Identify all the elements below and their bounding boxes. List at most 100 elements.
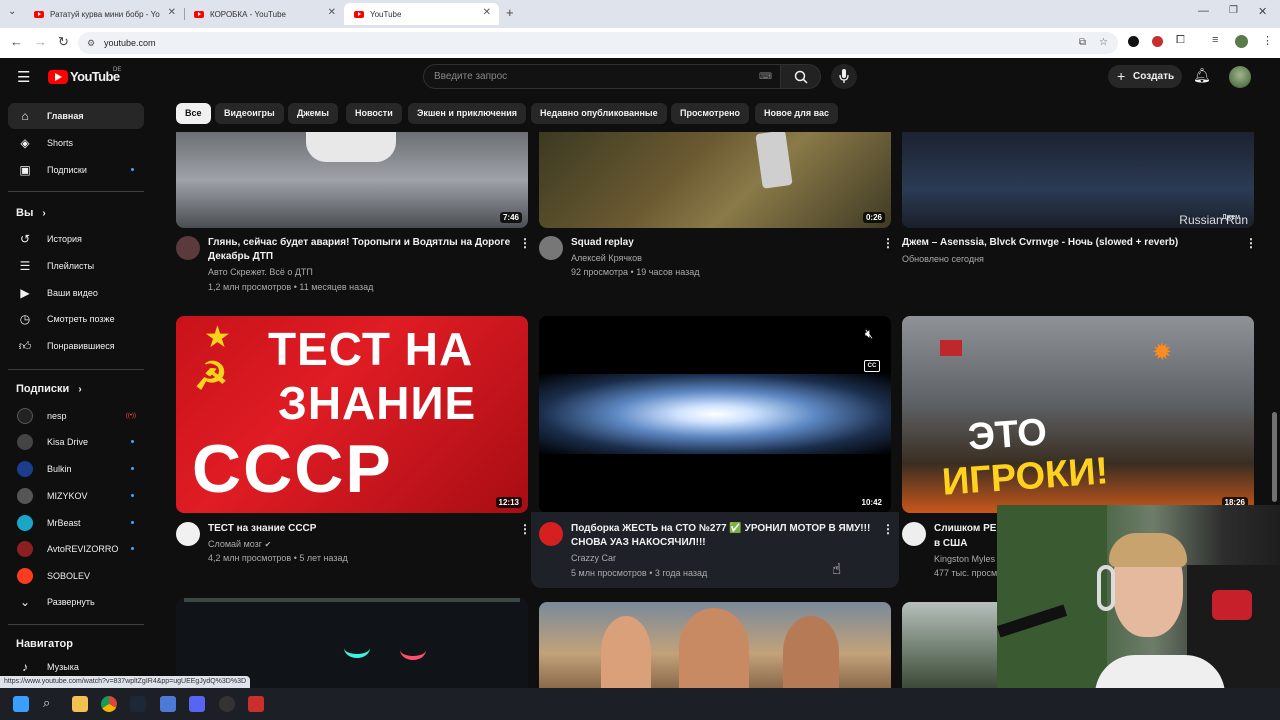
channel-avatar[interactable] [539,236,563,260]
more-options-icon[interactable]: ⋮ [1245,236,1257,250]
browser-tab-3-active[interactable]: YouTube ✕ [344,3,499,25]
video-thumbnail[interactable]: ★ ☭ ТЕСТ НА ЗНАНИЕ СССР 12:13 [176,316,528,513]
sidebar-item-shorts[interactable]: ◈ Shorts [8,130,144,156]
install-app-icon[interactable]: ⧉ [1079,32,1086,54]
video-thumbnail[interactable]: 0:26 [539,132,891,228]
more-options-icon[interactable]: ⋮ [519,522,531,536]
channel-avatar[interactable] [902,522,926,546]
youtube-logo-icon[interactable] [48,70,68,84]
sidebar-sub-kisa-drive[interactable]: Kisa Drive [8,429,144,455]
extension-icon[interactable] [1152,36,1163,47]
chrome-icon[interactable] [101,696,117,712]
more-options-icon[interactable]: ⋮ [519,236,531,250]
sidebar-sub-bulkin[interactable]: Bulkin [8,456,144,482]
video-thumbnail[interactable]: 7:46 [176,132,528,228]
search-button[interactable] [781,64,821,89]
sidebar-you-heading[interactable]: Вы › [16,207,46,219]
steam-icon[interactable] [130,696,146,712]
sidebar-item-your-videos[interactable]: ▶ Ваши видео [8,280,144,306]
page-scrollbar-thumb[interactable] [1272,412,1277,502]
reading-list-icon[interactable]: ≡ [1212,34,1218,46]
more-options-icon[interactable]: ⋮ [882,236,894,250]
close-tab-icon[interactable]: ✕ [328,7,336,18]
channel-name[interactable]: Kingston Myles [934,552,1004,567]
hamburger-menu-icon[interactable]: ☰ [17,68,30,86]
chip-new-for-you[interactable]: Новое для вас [755,103,839,124]
new-tab-icon[interactable]: + [506,5,514,20]
sidebar-expand[interactable]: ⌄ Развернуть [8,589,144,615]
bookmark-star-icon[interactable]: ☆ [1099,32,1108,54]
search-input[interactable]: Введите запрос ⌨ [423,64,781,89]
video-title[interactable]: Слишком РЕ [934,522,1004,536]
sidebar-subscriptions-heading[interactable]: Подписки › [16,383,82,395]
browser-menu-icon[interactable]: ⋮ [1262,34,1273,47]
video-thumbnail[interactable]: Russian Run Джем [902,132,1254,228]
profile-avatar[interactable] [1235,35,1248,48]
minimize-icon[interactable]: — [1198,5,1209,17]
extensions-puzzle-icon[interactable]: ⧠ [1176,34,1185,47]
more-options-icon[interactable]: ⋮ [882,522,894,536]
video-title[interactable]: Подборка ЖЕСТЬ на СТО №277 ✅ УРОНИЛ МОТО… [571,522,881,550]
video-preview-player[interactable]: 🔇︎ CC 10:42 [539,316,891,513]
sidebar-item-playlists[interactable]: ☰ Плейлисты [8,253,144,279]
app-icon[interactable] [160,696,176,712]
sidebar-item-liked[interactable]: 👍︎ Понравившиеся [8,333,144,359]
start-windows-icon[interactable] [13,696,29,712]
video-thumbnail[interactable] [176,598,528,688]
keyboard-icon[interactable]: ⌨ [759,65,772,88]
sidebar-sub-sobolev[interactable]: SOBOLEV [8,563,144,589]
channel-name[interactable]: Алексей Крячков [571,251,642,266]
channel-name[interactable]: Crazzy Car [571,551,616,566]
app-shield-icon[interactable] [248,696,264,712]
sidebar-sub-mizykov[interactable]: MIZYKOV [8,483,144,509]
tab-search-icon[interactable]: ⌄ [8,6,16,17]
create-button[interactable]: + Создать [1108,65,1182,88]
search-icon[interactable]: ⌕ [43,695,50,711]
voice-search-button[interactable] [831,64,857,89]
sidebar-item-watch-later[interactable]: ◷ Смотреть позже [8,306,144,332]
chip-action-adventure[interactable]: Экшен и приключения [408,103,526,124]
obs-icon[interactable] [219,696,235,712]
channel-name[interactable]: Авто Скрежет. Всё о ДТП [208,265,313,280]
sidebar-item-subscriptions[interactable]: ▣ Подписки [8,157,144,183]
close-window-icon[interactable]: ✕ [1258,5,1267,18]
mute-icon[interactable]: 🔇︎ [865,326,873,342]
channel-avatar[interactable] [539,522,563,546]
video-title[interactable]: ТЕСТ на знание СССР [208,522,513,536]
extension-icon[interactable] [1128,36,1139,47]
video-title-line2[interactable]: в США [934,537,1004,551]
close-tab-icon[interactable]: ✕ [483,7,491,18]
discord-icon[interactable] [189,696,205,712]
chip-videogames[interactable]: Видеоигры [215,103,284,124]
file-explorer-icon[interactable] [72,696,88,712]
chip-jams[interactable]: Джемы [288,103,338,124]
sidebar-sub-mrbeast[interactable]: MrBeast [8,510,144,536]
closed-captions-button[interactable]: CC [864,360,880,372]
video-thumbnail[interactable]: ✹ ЭТО ИГРОКИ! 18:26 [902,316,1254,513]
sidebar-sub-avtorevizorro[interactable]: AvtoREVIZORRO [8,536,144,562]
chip-news[interactable]: Новости [346,103,402,124]
video-title[interactable]: Squad replay [571,236,871,250]
sidebar-item-home[interactable]: ⌂ Главная [8,103,144,129]
chip-all[interactable]: Все [176,103,211,124]
chip-watched[interactable]: Просмотрено [671,103,750,124]
browser-tab-2[interactable]: КОРОБКА - YouTube ✕ [184,3,344,25]
sidebar-sub-nesp[interactable]: nesp ((•)) [8,403,144,429]
close-tab-icon[interactable]: ✕ [168,7,176,18]
back-icon[interactable]: ← [10,34,23,49]
maximize-icon[interactable]: ❐ [1229,5,1238,16]
reload-icon[interactable]: ↻ [58,34,69,50]
forward-icon[interactable]: → [34,34,47,49]
video-thumbnail[interactable] [539,602,891,688]
notifications-bell-icon[interactable]: 🔔︎ [1193,67,1211,84]
chip-recently-uploaded[interactable]: Недавно опубликованные [531,103,667,124]
video-title[interactable]: Джем – Asenssia, Blvck Cvrnvge - Ночь (s… [902,236,1232,250]
sidebar-item-history[interactable]: ↺ История [8,226,144,252]
site-info-icon[interactable]: ⚙ [87,32,95,54]
address-bar[interactable]: ⚙ youtube.com ⧉ ☆ [78,32,1118,54]
video-thumbnail[interactable] [902,602,998,688]
video-title[interactable]: Глянь, сейчас будет авария! Торопыги и В… [208,236,513,264]
channel-avatar[interactable] [176,522,200,546]
channel-name-row[interactable]: Сломай мозг ✔ [208,537,271,552]
account-avatar[interactable] [1229,66,1251,88]
